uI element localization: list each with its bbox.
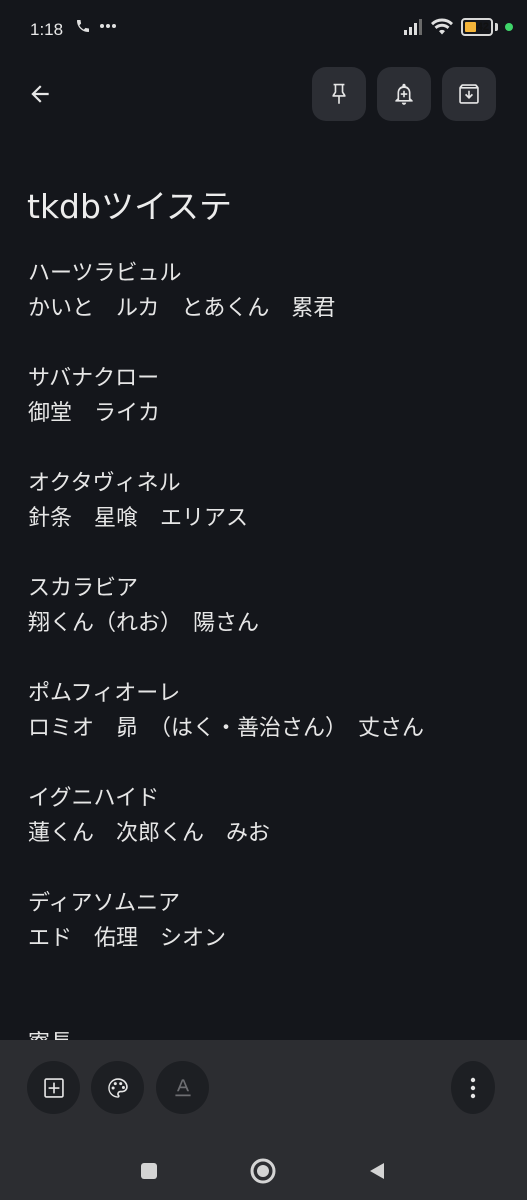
wifi-icon xyxy=(431,18,453,35)
privacy-indicator-dot xyxy=(505,23,513,31)
signal-icon xyxy=(404,19,422,35)
bottom-toolbar xyxy=(0,1040,527,1148)
note-blank-line xyxy=(28,956,518,991)
status-right-icons: 42 xyxy=(403,18,513,36)
text-format-button[interactable] xyxy=(156,1061,209,1114)
pin-icon xyxy=(332,83,346,104)
add-box-icon xyxy=(43,1077,64,1098)
pin-button[interactable] xyxy=(312,67,366,121)
text-format-icon xyxy=(174,1078,191,1096)
status-time: 1:18 xyxy=(30,20,64,39)
battery-fill xyxy=(465,22,476,32)
note-body[interactable]: ハーツラビュルかいと ルカ とあくん 累君 サバナクロー 御堂 ライカ オクタヴィネル… xyxy=(28,256,518,1040)
back-nav-button[interactable] xyxy=(362,1156,392,1186)
note-line: 寮長 xyxy=(28,1026,518,1040)
note-blank-line xyxy=(28,326,518,361)
recents-nav-button[interactable] xyxy=(134,1156,164,1186)
note-line: 針条 星喰 エリアス xyxy=(28,506,249,531)
reminder-button[interactable] xyxy=(377,67,431,121)
archive-button[interactable] xyxy=(442,67,496,121)
note-line: サバナクロー xyxy=(28,366,160,391)
note-line: 御堂 ライカ xyxy=(28,401,161,426)
battery-level: 42 xyxy=(476,21,489,33)
battery-indicator: 42 xyxy=(461,18,493,36)
background-options-button[interactable] xyxy=(91,1061,144,1114)
phone-call-icon xyxy=(77,20,89,32)
more-horizontal-icon xyxy=(100,24,116,28)
arrow-left-icon xyxy=(31,85,49,103)
note-line: ディアソムニア xyxy=(28,891,181,916)
bell-plus-icon xyxy=(395,83,413,105)
home-nav-button[interactable] xyxy=(248,1156,278,1186)
note-blank-line xyxy=(28,991,518,1026)
back-icon xyxy=(370,1163,384,1179)
note-line: かいと ルカ とあくん 累君 xyxy=(28,296,336,321)
note-line: ロミオ 昴 （はく・善治さん） 丈さん xyxy=(28,716,425,741)
palette-icon xyxy=(107,1077,128,1098)
note-title[interactable]: tkdbツイステ xyxy=(27,180,232,228)
more-vert-icon xyxy=(470,1077,476,1098)
note-blank-line xyxy=(28,641,518,676)
note-line: 蓮くん 次郎くん みお xyxy=(28,821,271,846)
note-blank-line xyxy=(28,851,518,886)
more-options-button[interactable] xyxy=(451,1061,495,1114)
note-blank-line xyxy=(28,746,518,781)
note-line: スカラビア xyxy=(28,576,139,601)
note-line: イグニハイド xyxy=(28,786,160,811)
back-button[interactable] xyxy=(20,74,60,114)
system-nav-bar xyxy=(0,1148,527,1200)
archive-icon xyxy=(459,84,479,104)
note-blank-line xyxy=(28,536,518,571)
note-line: エド 佑理 シオン xyxy=(28,926,227,951)
note-blank-line xyxy=(28,431,518,466)
status-bar: 1:18 42 xyxy=(0,0,527,64)
note-line: ハーツラビュル xyxy=(28,261,182,286)
note-line: ポムフィオーレ xyxy=(28,681,181,706)
note-line: オクタヴィネル xyxy=(28,471,181,496)
add-content-button[interactable] xyxy=(27,1061,80,1114)
status-left-icons xyxy=(75,18,117,34)
home-icon xyxy=(250,1158,276,1184)
battery-tip xyxy=(495,23,498,31)
recents-icon xyxy=(141,1163,157,1179)
note-line: 翔くん（れお） 陽さん xyxy=(28,611,260,636)
